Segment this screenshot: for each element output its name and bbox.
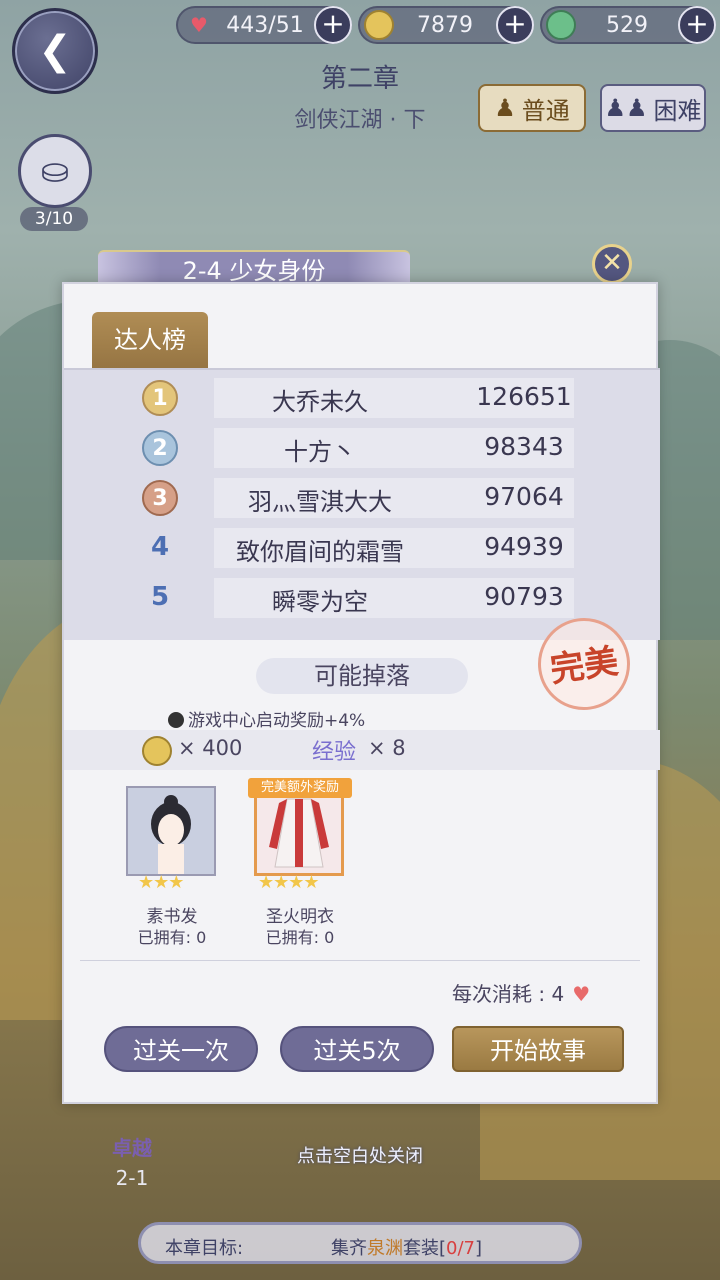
player-name: 大乔未久 <box>272 388 368 416</box>
heart-icon: ♥ <box>572 982 591 1006</box>
cost-text: 每次消耗 : 4 <box>452 982 565 1006</box>
leaderboard-row: 5 瞬零为空 90793 <box>64 570 660 620</box>
player-score: 94939 <box>484 532 564 561</box>
gem-icon <box>546 10 576 40</box>
goal-text: 集齐泉渊套装[0/7] <box>331 1238 483 1259</box>
player-name: 羽灬雪淇大大 <box>248 488 392 516</box>
close-button[interactable]: ✕ <box>592 244 632 284</box>
rank-medal-bronze-icon: 3 <box>142 480 178 516</box>
coin-value: 7879 <box>417 12 473 38</box>
bag-button[interactable]: ⛀ <box>18 134 92 208</box>
exp-reward: × 8 <box>368 736 406 760</box>
tap-to-close-hint[interactable]: 点击空白处关闭 <box>0 1142 720 1168</box>
start-story-button[interactable]: 开始故事 <box>452 1026 624 1072</box>
item-dress[interactable] <box>254 786 344 876</box>
bonus-text: 游戏中心启动奖励+4% <box>188 711 366 731</box>
rank-medal-gold-icon: 1 <box>142 380 178 416</box>
coin-icon <box>142 736 172 766</box>
coin-counter: 7879 + <box>358 6 534 44</box>
rank-number: 5 <box>150 582 170 612</box>
mode-normal-label: 普通 <box>521 96 570 125</box>
group-icon: ♟♟ <box>604 94 648 122</box>
player-name: 致你眉间的霜雪 <box>236 538 404 566</box>
cost-per-run: 每次消耗 : 4 ♥ <box>452 978 590 1007</box>
goal-label: 本章目标: <box>165 1238 244 1259</box>
tab-leaderboard[interactable]: 达人榜 <box>92 312 208 368</box>
item-stars: ★★★ <box>138 872 184 893</box>
item-stars: ★★★★ <box>258 872 320 893</box>
penguin-icon <box>168 712 184 728</box>
player-name: 十方丶 <box>284 438 356 466</box>
single-person-icon: ♟ <box>494 94 516 122</box>
add-coin-button[interactable]: + <box>496 6 534 44</box>
rank-medal-silver-icon: 2 <box>142 430 178 466</box>
coin-icon <box>364 10 394 40</box>
mode-hard-label: 困难 <box>653 96 702 125</box>
sweep-five-button[interactable]: 过关5次 <box>280 1026 434 1072</box>
sweep-once-button[interactable]: 过关一次 <box>104 1026 258 1072</box>
bag-count: 3/10 <box>20 207 88 231</box>
player-score: 126651 <box>476 382 572 411</box>
drops-title: 可能掉落 <box>256 658 468 694</box>
player-name: 瞬零为空 <box>272 588 368 616</box>
stage-node-id[interactable]: 2-1 <box>62 1166 202 1190</box>
gem-value: 529 <box>606 12 648 38</box>
leaderboard-row: 3 羽灬雪淇大大 97064 <box>64 470 660 520</box>
item-hair[interactable] <box>126 786 216 876</box>
mode-normal-button[interactable]: ♟ 普通 <box>478 84 586 132</box>
leaderboard-list[interactable]: 1 大乔未久 126651 2 十方丶 98343 3 羽灬雪淇大大 97064… <box>64 368 660 640</box>
perfect-extra-tag: 完美额外奖励 <box>248 778 352 798</box>
leaderboard-row: 2 十方丶 98343 <box>64 420 660 470</box>
stage-dialog: 达人榜 1 大乔未久 126651 2 十方丶 98343 3 羽灬雪淇大大 9… <box>62 282 660 1104</box>
mode-hard-button[interactable]: ♟♟ 困难 <box>600 84 706 132</box>
close-icon: ✕ <box>601 248 623 278</box>
add-gem-button[interactable]: + <box>678 6 716 44</box>
money-bag-icon: ⛀ <box>40 151 70 191</box>
player-score: 90793 <box>484 582 564 611</box>
chapter-goal-bar: 本章目标: 集齐泉渊套装[0/7] <box>138 1222 582 1264</box>
hairstyle-icon <box>151 795 191 874</box>
bonus-line: 游戏中心启动奖励+4% <box>168 706 365 731</box>
rank-number: 4 <box>150 532 170 562</box>
coin-reward: × 400 <box>178 736 243 760</box>
add-stamina-button[interactable]: + <box>314 6 352 44</box>
leaderboard-row: 1 大乔未久 126651 <box>64 370 660 420</box>
leaderboard-row: 4 致你眉间的霜雪 94939 <box>64 520 660 570</box>
stamina-counter: ♥ 443/51 + <box>176 6 352 44</box>
gem-counter: 529 + <box>540 6 716 44</box>
item-owned: 已拥有: 0 <box>265 928 335 947</box>
player-score: 97064 <box>484 482 564 511</box>
divider <box>80 960 640 961</box>
item-owned: 已拥有: 0 <box>137 928 207 947</box>
player-score: 98343 <box>484 432 564 461</box>
exp-label: 经验 <box>312 740 357 765</box>
dress-icon <box>269 798 329 868</box>
heart-icon: ♥ <box>190 13 208 37</box>
stamina-value: 443/51 <box>226 12 304 38</box>
